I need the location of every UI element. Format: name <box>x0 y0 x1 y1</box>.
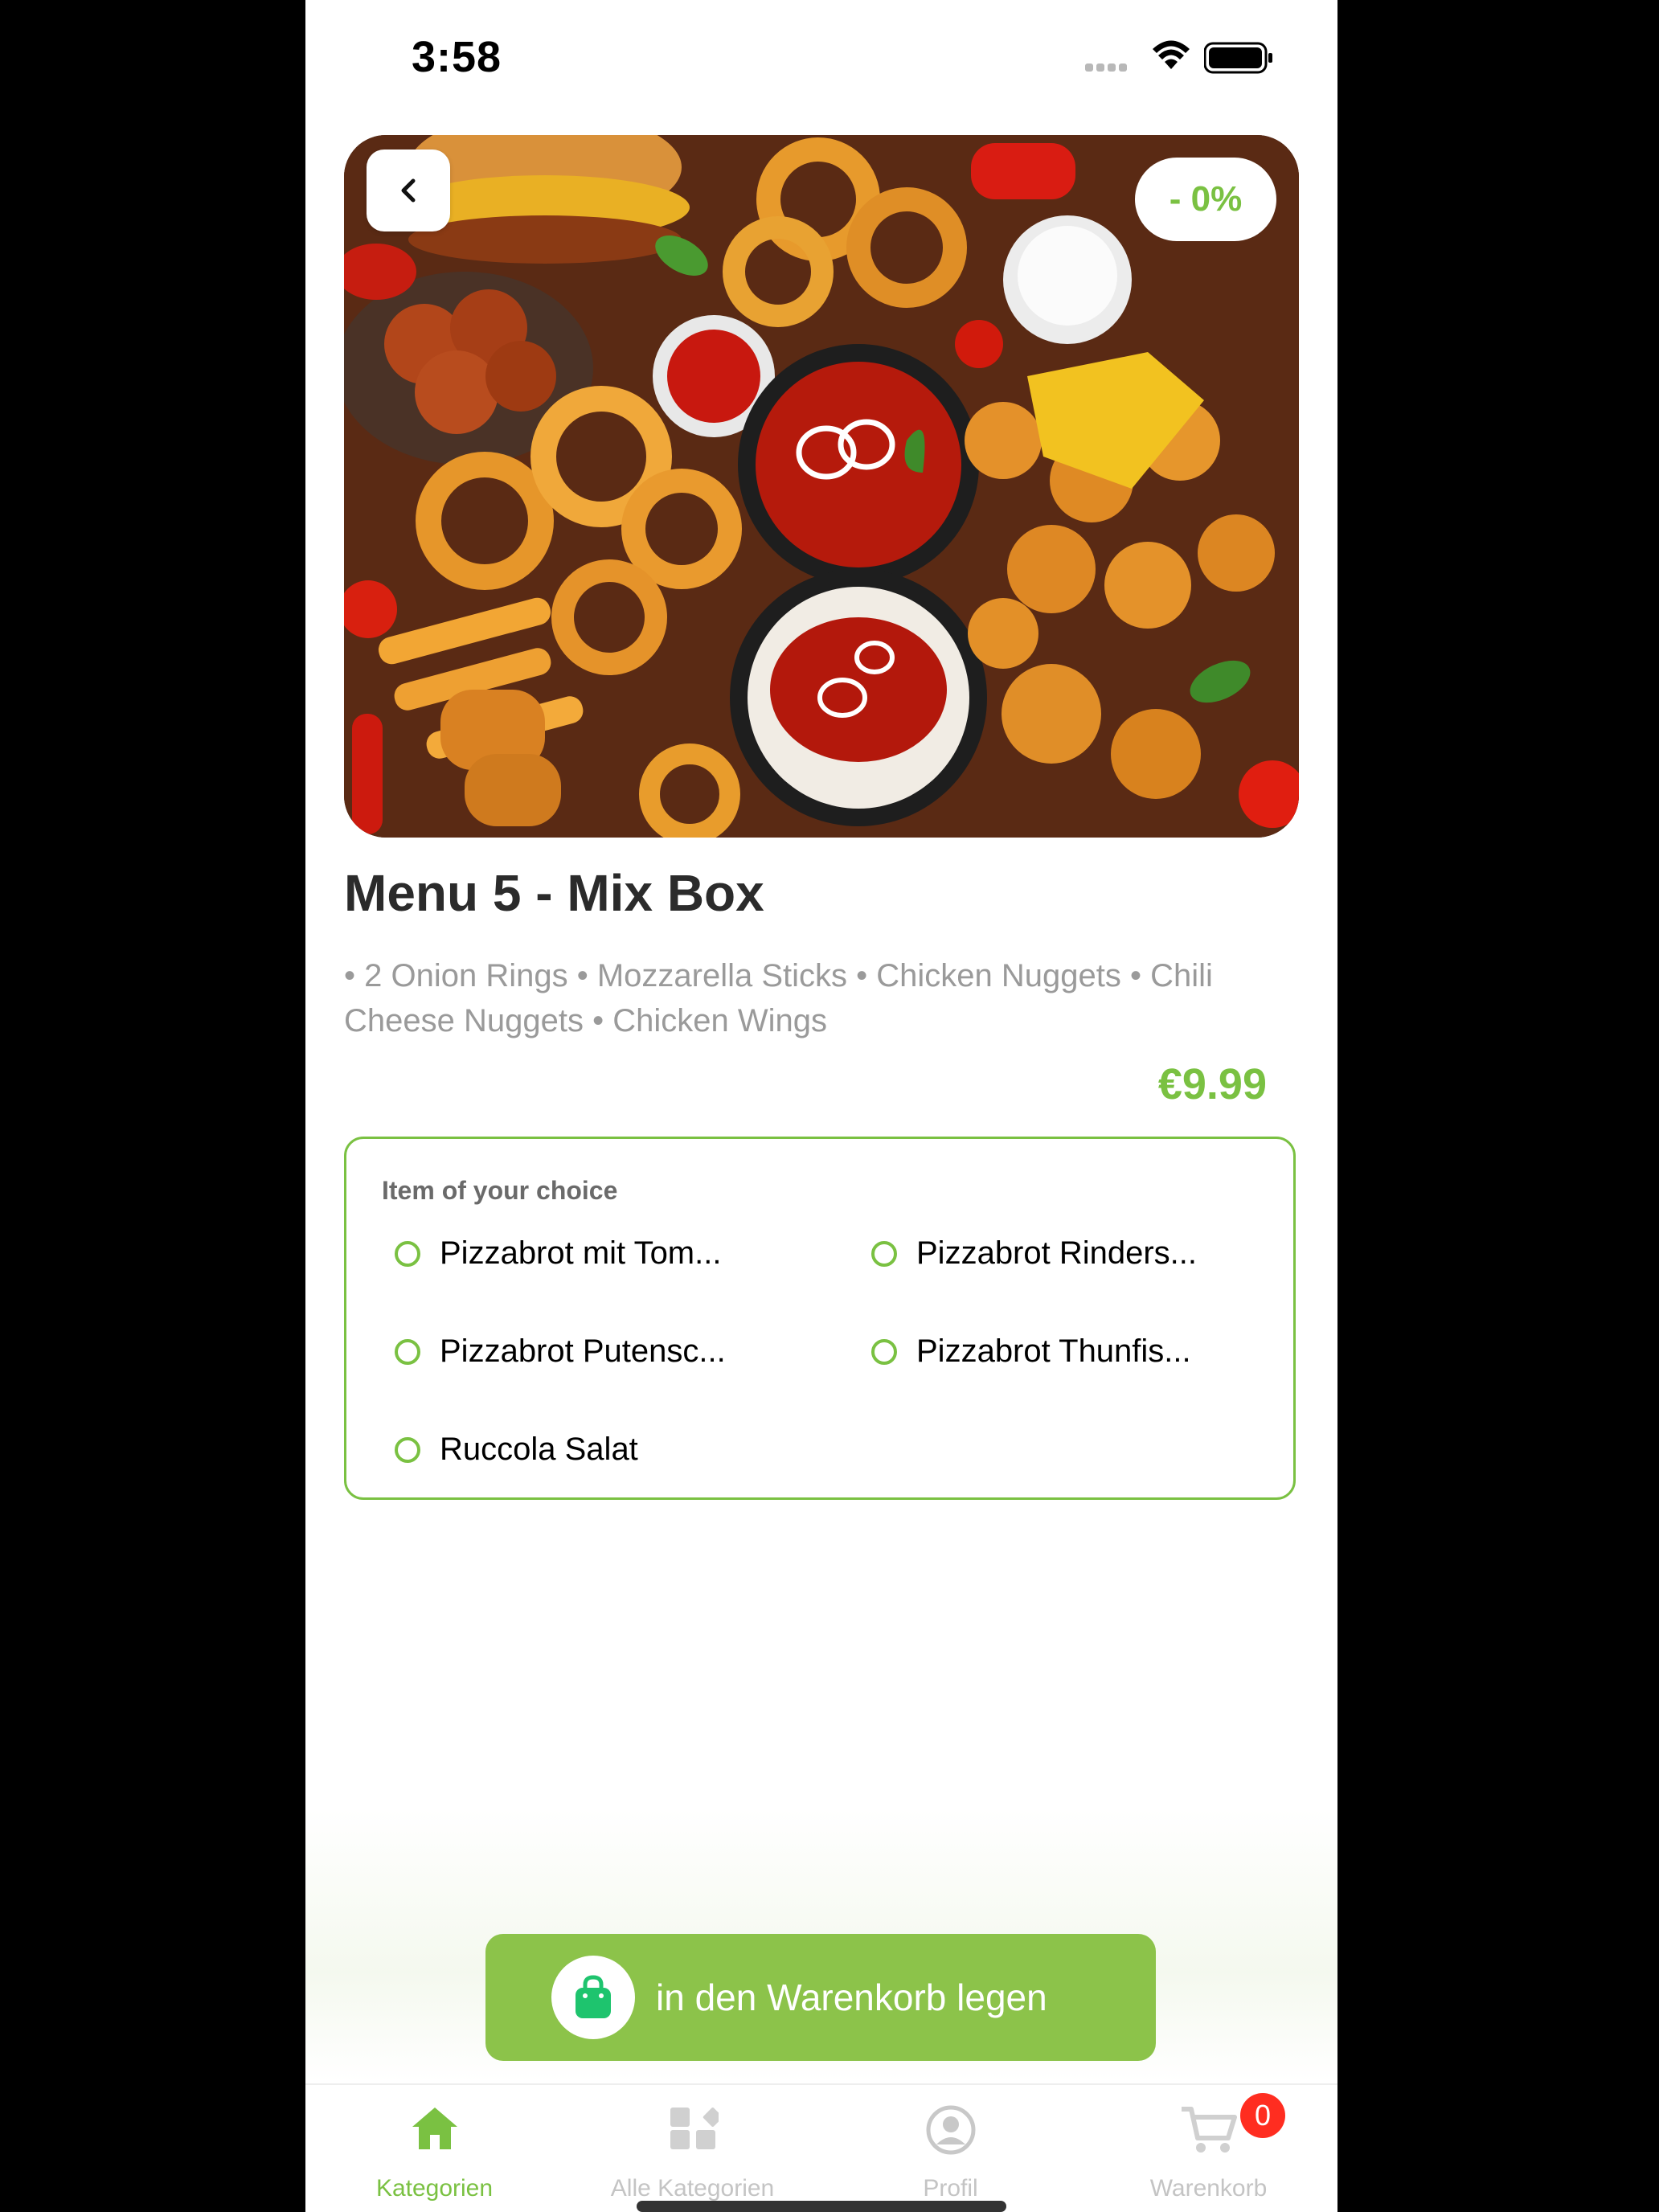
add-to-cart-button[interactable]: in den Warenkorb legen <box>485 1934 1156 2061</box>
choice-group: Item of your choice Pizzabrot mit Tom...… <box>344 1137 1296 1500</box>
product-price: €9.99 <box>1157 1060 1267 1108</box>
tab-profil[interactable]: Profil <box>821 2085 1079 2212</box>
choice-option[interactable]: Pizzabrot mit Tom... <box>395 1235 721 1272</box>
choice-option-label: Pizzabrot mit Tom... <box>440 1235 722 1271</box>
back-button[interactable] <box>367 150 450 231</box>
radio-button[interactable] <box>395 1436 420 1463</box>
cart-count-badge: 0 <box>1240 2093 1285 2138</box>
choice-option[interactable]: Pizzabrot Putensc... <box>395 1333 726 1370</box>
radio-button[interactable] <box>395 1240 420 1267</box>
choice-group-title: Item of your choice <box>382 1176 618 1205</box>
status-time: 3:58 <box>412 33 502 81</box>
phone-screen: 3:58 - 0% Menu 5 - Mix Box • 2 Onion Rin… <box>305 0 1337 2212</box>
signal-icon <box>1085 61 1130 76</box>
choice-option[interactable]: Pizzabrot Thunfis... <box>871 1333 1191 1370</box>
profile-icon <box>925 2104 977 2160</box>
shopping-bag-icon <box>551 1956 635 2039</box>
radio-button[interactable] <box>395 1338 420 1365</box>
categories-icon <box>667 2104 723 2157</box>
product-image <box>344 135 1299 838</box>
tab-label: Kategorien <box>375 2175 494 2202</box>
tab-alle-kategorien[interactable]: Alle Kategorien <box>563 2085 821 2212</box>
home-icon <box>409 2104 461 2157</box>
product-title: Menu 5 - Mix Box <box>344 864 764 922</box>
home-indicator <box>637 2201 1006 2212</box>
choice-option[interactable]: Ruccola Salat <box>395 1432 638 1468</box>
radio-button[interactable] <box>871 1338 897 1365</box>
choice-option-label: Pizzabrot Putensc... <box>440 1333 726 1369</box>
add-to-cart-label: in den Warenkorb legen <box>656 1976 1047 2018</box>
radio-button[interactable] <box>871 1240 897 1267</box>
choice-option-label: Ruccola Salat <box>440 1432 638 1467</box>
chevron-left-icon <box>401 178 416 203</box>
choice-option-label: Pizzabrot Rinders... <box>916 1235 1198 1271</box>
choice-option-label: Pizzabrot Thunfis... <box>916 1333 1191 1369</box>
choice-option[interactable]: Pizzabrot Rinders... <box>871 1235 1197 1272</box>
tab-label: Warenkorb <box>1149 2175 1268 2202</box>
tab-label: Profil <box>923 2175 978 2202</box>
cart-icon <box>1180 2104 1238 2160</box>
tab-warenkorb[interactable]: 0 Warenkorb <box>1079 2085 1337 2212</box>
wifi-icon <box>1151 40 1191 75</box>
battery-icon <box>1203 42 1273 78</box>
tab-bar: Kategorien Alle Kategorien Profil 0 Ware… <box>305 2083 1337 2212</box>
tab-label: Alle Kategorien <box>610 2175 775 2202</box>
product-description: • 2 Onion Rings • Mozzarella Sticks • Ch… <box>344 958 1213 1038</box>
tab-kategorien[interactable]: Kategorien <box>305 2085 563 2212</box>
discount-badge: - 0% <box>1135 158 1276 241</box>
